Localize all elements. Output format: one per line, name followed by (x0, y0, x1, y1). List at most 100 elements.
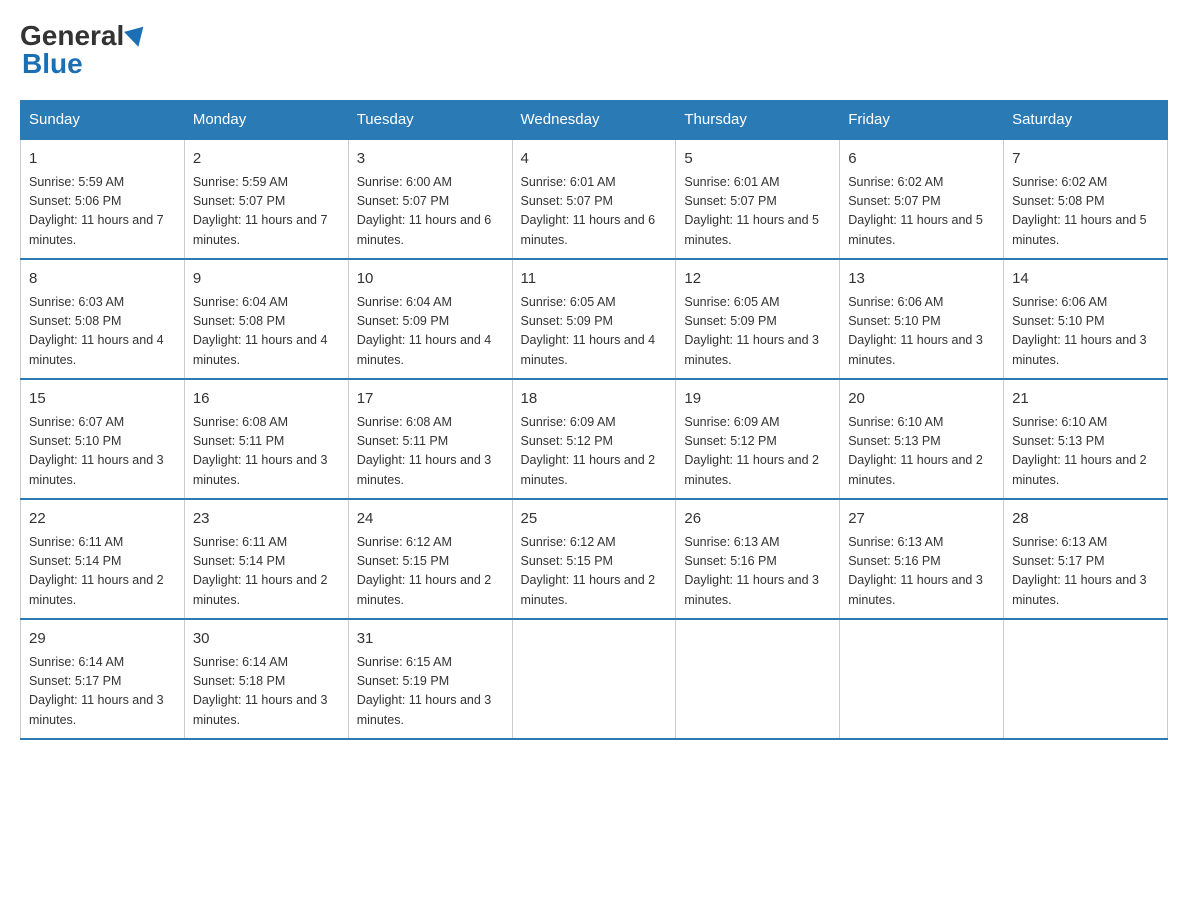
calendar-cell: 13 Sunrise: 6:06 AM Sunset: 5:10 PM Dayl… (840, 259, 1004, 379)
cell-info: Sunrise: 6:05 AM Sunset: 5:09 PM Dayligh… (521, 293, 668, 371)
calendar-cell: 3 Sunrise: 6:00 AM Sunset: 5:07 PM Dayli… (348, 139, 512, 259)
calendar-cell: 28 Sunrise: 6:13 AM Sunset: 5:17 PM Dayl… (1004, 499, 1168, 619)
calendar-header-row: Sunday Monday Tuesday Wednesday Thursday… (21, 101, 1168, 140)
calendar-week-row: 15 Sunrise: 6:07 AM Sunset: 5:10 PM Dayl… (21, 379, 1168, 499)
day-number: 26 (684, 508, 831, 531)
calendar-cell: 16 Sunrise: 6:08 AM Sunset: 5:11 PM Dayl… (184, 379, 348, 499)
calendar-cell: 9 Sunrise: 6:04 AM Sunset: 5:08 PM Dayli… (184, 259, 348, 379)
cell-info: Sunrise: 6:10 AM Sunset: 5:13 PM Dayligh… (848, 413, 995, 491)
page-header: General Blue (20, 20, 1168, 80)
calendar-cell: 10 Sunrise: 6:04 AM Sunset: 5:09 PM Dayl… (348, 259, 512, 379)
cell-info: Sunrise: 6:00 AM Sunset: 5:07 PM Dayligh… (357, 173, 504, 251)
cell-info: Sunrise: 6:01 AM Sunset: 5:07 PM Dayligh… (684, 173, 831, 251)
header-thursday: Thursday (676, 101, 840, 140)
calendar-cell: 8 Sunrise: 6:03 AM Sunset: 5:08 PM Dayli… (21, 259, 185, 379)
cell-info: Sunrise: 5:59 AM Sunset: 5:07 PM Dayligh… (193, 173, 340, 251)
day-number: 14 (1012, 268, 1159, 291)
calendar-week-row: 8 Sunrise: 6:03 AM Sunset: 5:08 PM Dayli… (21, 259, 1168, 379)
calendar-cell: 24 Sunrise: 6:12 AM Sunset: 5:15 PM Dayl… (348, 499, 512, 619)
cell-info: Sunrise: 6:13 AM Sunset: 5:16 PM Dayligh… (848, 533, 995, 611)
cell-info: Sunrise: 6:02 AM Sunset: 5:07 PM Dayligh… (848, 173, 995, 251)
header-wednesday: Wednesday (512, 101, 676, 140)
calendar-cell (676, 619, 840, 739)
day-number: 5 (684, 148, 831, 171)
cell-info: Sunrise: 6:05 AM Sunset: 5:09 PM Dayligh… (684, 293, 831, 371)
day-number: 12 (684, 268, 831, 291)
day-number: 28 (1012, 508, 1159, 531)
cell-info: Sunrise: 6:11 AM Sunset: 5:14 PM Dayligh… (29, 533, 176, 611)
cell-info: Sunrise: 6:15 AM Sunset: 5:19 PM Dayligh… (357, 653, 504, 731)
day-number: 22 (29, 508, 176, 531)
calendar-cell: 25 Sunrise: 6:12 AM Sunset: 5:15 PM Dayl… (512, 499, 676, 619)
calendar-cell: 5 Sunrise: 6:01 AM Sunset: 5:07 PM Dayli… (676, 139, 840, 259)
day-number: 24 (357, 508, 504, 531)
logo: General Blue (20, 20, 146, 80)
calendar-cell (512, 619, 676, 739)
day-number: 30 (193, 628, 340, 651)
day-number: 1 (29, 148, 176, 171)
calendar-cell: 27 Sunrise: 6:13 AM Sunset: 5:16 PM Dayl… (840, 499, 1004, 619)
day-number: 19 (684, 388, 831, 411)
cell-info: Sunrise: 6:06 AM Sunset: 5:10 PM Dayligh… (848, 293, 995, 371)
calendar-cell: 20 Sunrise: 6:10 AM Sunset: 5:13 PM Dayl… (840, 379, 1004, 499)
logo-blue-text: Blue (22, 48, 83, 80)
cell-info: Sunrise: 6:09 AM Sunset: 5:12 PM Dayligh… (521, 413, 668, 491)
cell-info: Sunrise: 5:59 AM Sunset: 5:06 PM Dayligh… (29, 173, 176, 251)
cell-info: Sunrise: 6:03 AM Sunset: 5:08 PM Dayligh… (29, 293, 176, 371)
day-number: 10 (357, 268, 504, 291)
day-number: 9 (193, 268, 340, 291)
calendar-cell (1004, 619, 1168, 739)
calendar-cell: 31 Sunrise: 6:15 AM Sunset: 5:19 PM Dayl… (348, 619, 512, 739)
calendar-cell: 26 Sunrise: 6:13 AM Sunset: 5:16 PM Dayl… (676, 499, 840, 619)
day-number: 6 (848, 148, 995, 171)
calendar-cell: 18 Sunrise: 6:09 AM Sunset: 5:12 PM Dayl… (512, 379, 676, 499)
day-number: 25 (521, 508, 668, 531)
calendar-cell: 22 Sunrise: 6:11 AM Sunset: 5:14 PM Dayl… (21, 499, 185, 619)
day-number: 23 (193, 508, 340, 531)
calendar-cell: 14 Sunrise: 6:06 AM Sunset: 5:10 PM Dayl… (1004, 259, 1168, 379)
header-saturday: Saturday (1004, 101, 1168, 140)
calendar-week-row: 22 Sunrise: 6:11 AM Sunset: 5:14 PM Dayl… (21, 499, 1168, 619)
calendar-cell: 7 Sunrise: 6:02 AM Sunset: 5:08 PM Dayli… (1004, 139, 1168, 259)
day-number: 13 (848, 268, 995, 291)
cell-info: Sunrise: 6:02 AM Sunset: 5:08 PM Dayligh… (1012, 173, 1159, 251)
calendar-cell: 2 Sunrise: 5:59 AM Sunset: 5:07 PM Dayli… (184, 139, 348, 259)
day-number: 18 (521, 388, 668, 411)
day-number: 7 (1012, 148, 1159, 171)
day-number: 2 (193, 148, 340, 171)
cell-info: Sunrise: 6:13 AM Sunset: 5:17 PM Dayligh… (1012, 533, 1159, 611)
header-sunday: Sunday (21, 101, 185, 140)
calendar-cell: 15 Sunrise: 6:07 AM Sunset: 5:10 PM Dayl… (21, 379, 185, 499)
cell-info: Sunrise: 6:10 AM Sunset: 5:13 PM Dayligh… (1012, 413, 1159, 491)
cell-info: Sunrise: 6:13 AM Sunset: 5:16 PM Dayligh… (684, 533, 831, 611)
day-number: 17 (357, 388, 504, 411)
day-number: 4 (521, 148, 668, 171)
day-number: 27 (848, 508, 995, 531)
header-tuesday: Tuesday (348, 101, 512, 140)
day-number: 31 (357, 628, 504, 651)
cell-info: Sunrise: 6:11 AM Sunset: 5:14 PM Dayligh… (193, 533, 340, 611)
day-number: 29 (29, 628, 176, 651)
cell-info: Sunrise: 6:08 AM Sunset: 5:11 PM Dayligh… (193, 413, 340, 491)
cell-info: Sunrise: 6:12 AM Sunset: 5:15 PM Dayligh… (521, 533, 668, 611)
header-monday: Monday (184, 101, 348, 140)
calendar-table: Sunday Monday Tuesday Wednesday Thursday… (20, 100, 1168, 740)
calendar-cell (840, 619, 1004, 739)
day-number: 21 (1012, 388, 1159, 411)
calendar-cell: 21 Sunrise: 6:10 AM Sunset: 5:13 PM Dayl… (1004, 379, 1168, 499)
cell-info: Sunrise: 6:01 AM Sunset: 5:07 PM Dayligh… (521, 173, 668, 251)
day-number: 8 (29, 268, 176, 291)
cell-info: Sunrise: 6:08 AM Sunset: 5:11 PM Dayligh… (357, 413, 504, 491)
calendar-cell: 1 Sunrise: 5:59 AM Sunset: 5:06 PM Dayli… (21, 139, 185, 259)
header-friday: Friday (840, 101, 1004, 140)
calendar-cell: 11 Sunrise: 6:05 AM Sunset: 5:09 PM Dayl… (512, 259, 676, 379)
cell-info: Sunrise: 6:14 AM Sunset: 5:18 PM Dayligh… (193, 653, 340, 731)
cell-info: Sunrise: 6:06 AM Sunset: 5:10 PM Dayligh… (1012, 293, 1159, 371)
day-number: 20 (848, 388, 995, 411)
calendar-week-row: 29 Sunrise: 6:14 AM Sunset: 5:17 PM Dayl… (21, 619, 1168, 739)
cell-info: Sunrise: 6:07 AM Sunset: 5:10 PM Dayligh… (29, 413, 176, 491)
cell-info: Sunrise: 6:09 AM Sunset: 5:12 PM Dayligh… (684, 413, 831, 491)
cell-info: Sunrise: 6:14 AM Sunset: 5:17 PM Dayligh… (29, 653, 176, 731)
cell-info: Sunrise: 6:04 AM Sunset: 5:08 PM Dayligh… (193, 293, 340, 371)
day-number: 15 (29, 388, 176, 411)
